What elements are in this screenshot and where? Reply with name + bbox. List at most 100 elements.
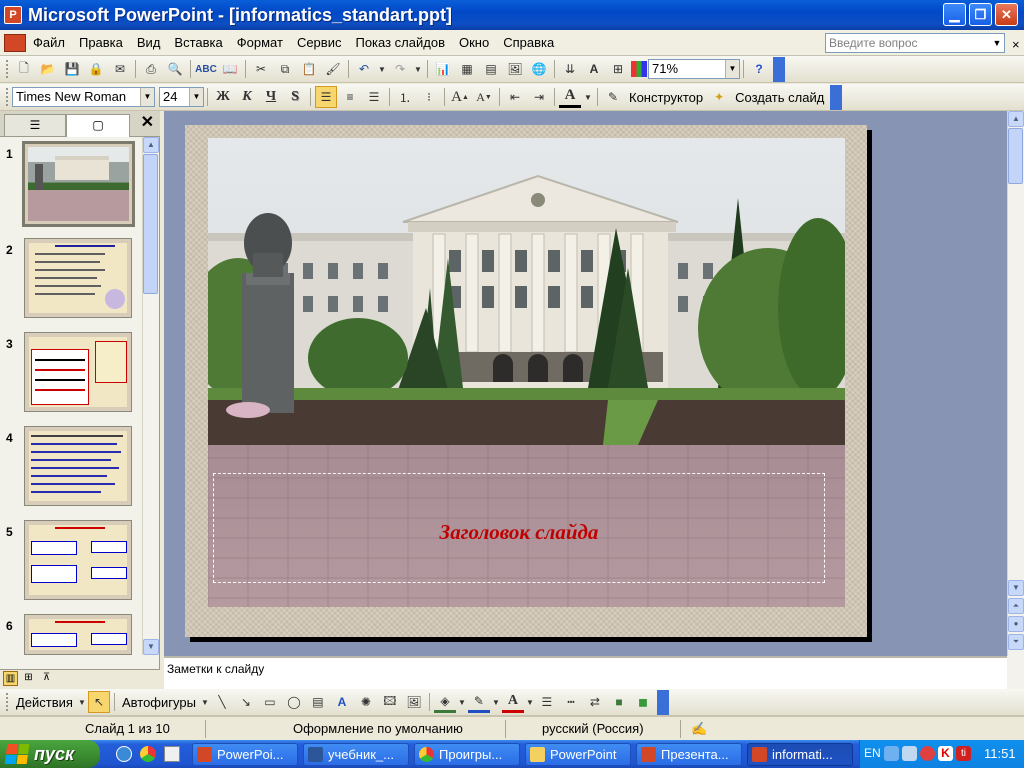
arrow-icon[interactable]: ↘ <box>235 691 257 713</box>
font-size-select[interactable]: 24 ▼ <box>159 87 204 107</box>
document-icon[interactable] <box>4 33 26 52</box>
designer-button[interactable]: Конструктор <box>625 90 707 105</box>
insert-diagram-icon[interactable]: 🖼 <box>504 58 526 80</box>
app-tray-icon[interactable]: ti <box>956 746 971 761</box>
previous-slide-icon[interactable]: ⏶ <box>1008 598 1024 614</box>
tables-borders-icon[interactable]: ▤ <box>480 58 502 80</box>
task-player[interactable]: Проигры... <box>414 743 520 766</box>
chevron-down-icon[interactable]: ▼ <box>201 691 209 713</box>
minimize-button[interactable]: ▁ <box>943 3 966 26</box>
decrease-font-icon[interactable]: A ▼ <box>473 86 495 108</box>
designer-icon[interactable]: ✎ <box>602 86 624 108</box>
undo-icon[interactable]: ↶ <box>353 58 375 80</box>
help-search-input[interactable]: Введите вопрос ▼ <box>825 33 1005 53</box>
start-button[interactable]: пуск <box>0 740 100 768</box>
permission-icon[interactable]: 🔒 <box>85 58 107 80</box>
spelling-icon[interactable]: ABC <box>195 58 217 80</box>
network-icon[interactable] <box>884 746 899 761</box>
format-painter-icon[interactable]: 🖌 <box>322 58 344 80</box>
scroll-thumb[interactable] <box>1008 128 1023 184</box>
slide-canvas[interactable]: Заголовок слайда <box>185 125 867 637</box>
menu-window[interactable]: Окно <box>452 30 496 56</box>
slide-thumbnail-2[interactable] <box>24 238 132 318</box>
textbox-icon[interactable]: ▤ <box>307 691 329 713</box>
rectangle-icon[interactable]: ▭ <box>259 691 281 713</box>
arrow-style-icon[interactable]: ⇄ <box>584 691 606 713</box>
bold-button[interactable]: Ж <box>212 86 234 108</box>
toolbar-grip[interactable] <box>6 60 9 78</box>
hyperlink-icon[interactable]: 🌐 <box>528 58 550 80</box>
chevron-down-icon[interactable]: ▼ <box>526 691 534 713</box>
slide-scrollbar[interactable]: ▲ ▼ ⏶ ● ⏷ <box>1007 111 1024 656</box>
language-indicator[interactable]: EN <box>864 746 881 760</box>
expand-all-icon[interactable]: ⇊ <box>559 58 581 80</box>
menu-edit[interactable]: Правка <box>72 30 130 56</box>
cut-icon[interactable]: ✂ <box>250 58 272 80</box>
wordart-icon[interactable]: A <box>331 691 353 713</box>
title-bar[interactable]: P Microsoft PowerPoint - [informatics_st… <box>0 0 1024 30</box>
new-slide-icon[interactable]: ✦ <box>708 86 730 108</box>
scroll-thumb[interactable] <box>143 154 158 294</box>
toolbar-options-button[interactable] <box>773 56 785 82</box>
menu-insert[interactable]: Вставка <box>167 30 229 56</box>
insert-table-icon[interactable]: ▦ <box>456 58 478 80</box>
slide-thumbnail-4[interactable] <box>24 426 132 506</box>
save-icon[interactable]: 💾 <box>61 58 83 80</box>
decrease-indent-icon[interactable]: ⇤ <box>504 86 526 108</box>
thumbnails-scrollbar[interactable]: ▲ ▼ <box>142 137 159 655</box>
preview-icon[interactable]: 🔍 <box>164 58 186 80</box>
copy-icon[interactable]: ⧉ <box>274 58 296 80</box>
oval-icon[interactable]: ◯ <box>283 691 305 713</box>
research-icon[interactable]: 📖 <box>219 58 241 80</box>
redo-icon[interactable]: ↷ <box>389 58 411 80</box>
font-color-icon[interactable]: A <box>501 691 524 713</box>
help-icon[interactable]: ? <box>748 58 770 80</box>
tab-slides[interactable]: ▢ <box>66 114 130 137</box>
toolbar-grip[interactable] <box>6 693 9 711</box>
line-style-icon[interactable]: ☰ <box>536 691 558 713</box>
chevron-down-icon[interactable]: ▼ <box>78 691 86 713</box>
chevron-down-icon[interactable]: ▼ <box>725 60 739 78</box>
ie-icon[interactable] <box>116 746 132 762</box>
increase-indent-icon[interactable]: ⇥ <box>528 86 550 108</box>
chevron-down-icon[interactable]: ▼ <box>189 88 203 106</box>
menu-help[interactable]: Справка <box>496 30 561 56</box>
design-template[interactable]: Оформление по умолчанию <box>293 721 463 736</box>
toolbar-options-button[interactable] <box>830 84 843 110</box>
open-icon[interactable]: 📂 <box>37 58 59 80</box>
normal-view-icon[interactable]: ▥ <box>3 671 18 686</box>
task-powerpoint-1[interactable]: PowerPoi... <box>192 743 298 766</box>
chevron-down-icon[interactable]: ▼ <box>990 34 1004 52</box>
toolbar-options-button[interactable] <box>656 689 669 715</box>
close-button[interactable]: ✕ <box>995 3 1018 26</box>
align-left-button[interactable]: ☰ <box>315 86 337 108</box>
color-grayscale-icon[interactable] <box>631 61 647 77</box>
align-center-button[interactable]: ≡ <box>339 86 361 108</box>
doc-close-icon[interactable]: × <box>1012 37 1020 52</box>
slide-thumbnail-5[interactable] <box>24 520 132 600</box>
chevron-down-icon[interactable]: ▼ <box>413 58 423 80</box>
slide-thumbnail-3[interactable] <box>24 332 132 412</box>
select-objects-icon[interactable]: ↖ <box>87 691 110 713</box>
select-browse-icon[interactable]: ● <box>1008 616 1024 632</box>
menu-view[interactable]: Вид <box>130 30 168 56</box>
scroll-down-icon[interactable]: ▼ <box>143 639 159 655</box>
paste-icon[interactable]: 📋 <box>298 58 320 80</box>
chrome-icon[interactable] <box>140 746 156 762</box>
menu-file[interactable]: Файл <box>26 30 72 56</box>
notes-pane[interactable]: Заметки к слайду <box>164 656 1007 689</box>
autoshapes-menu[interactable]: Автофигуры <box>118 695 200 710</box>
new-icon[interactable]: 🗋 <box>13 58 35 80</box>
font-color-icon[interactable]: A <box>559 86 581 108</box>
font-select[interactable]: Times New Roman ▼ <box>12 87 155 107</box>
dash-style-icon[interactable]: ┅ <box>560 691 582 713</box>
antivirus-icon[interactable]: K <box>938 746 953 761</box>
scroll-up-icon[interactable]: ▲ <box>143 137 159 153</box>
shadow-button[interactable]: S <box>284 86 306 108</box>
spelling-status-icon[interactable]: ✍ <box>691 721 707 737</box>
slide-thumbnail-1[interactable] <box>22 141 135 227</box>
picture-icon[interactable]: 🖼 <box>403 691 425 713</box>
increase-font-icon[interactable]: A ▲ <box>449 86 471 108</box>
align-right-button[interactable]: ☰ <box>363 86 385 108</box>
slideshow-view-icon[interactable]: ⊼ <box>39 671 54 686</box>
